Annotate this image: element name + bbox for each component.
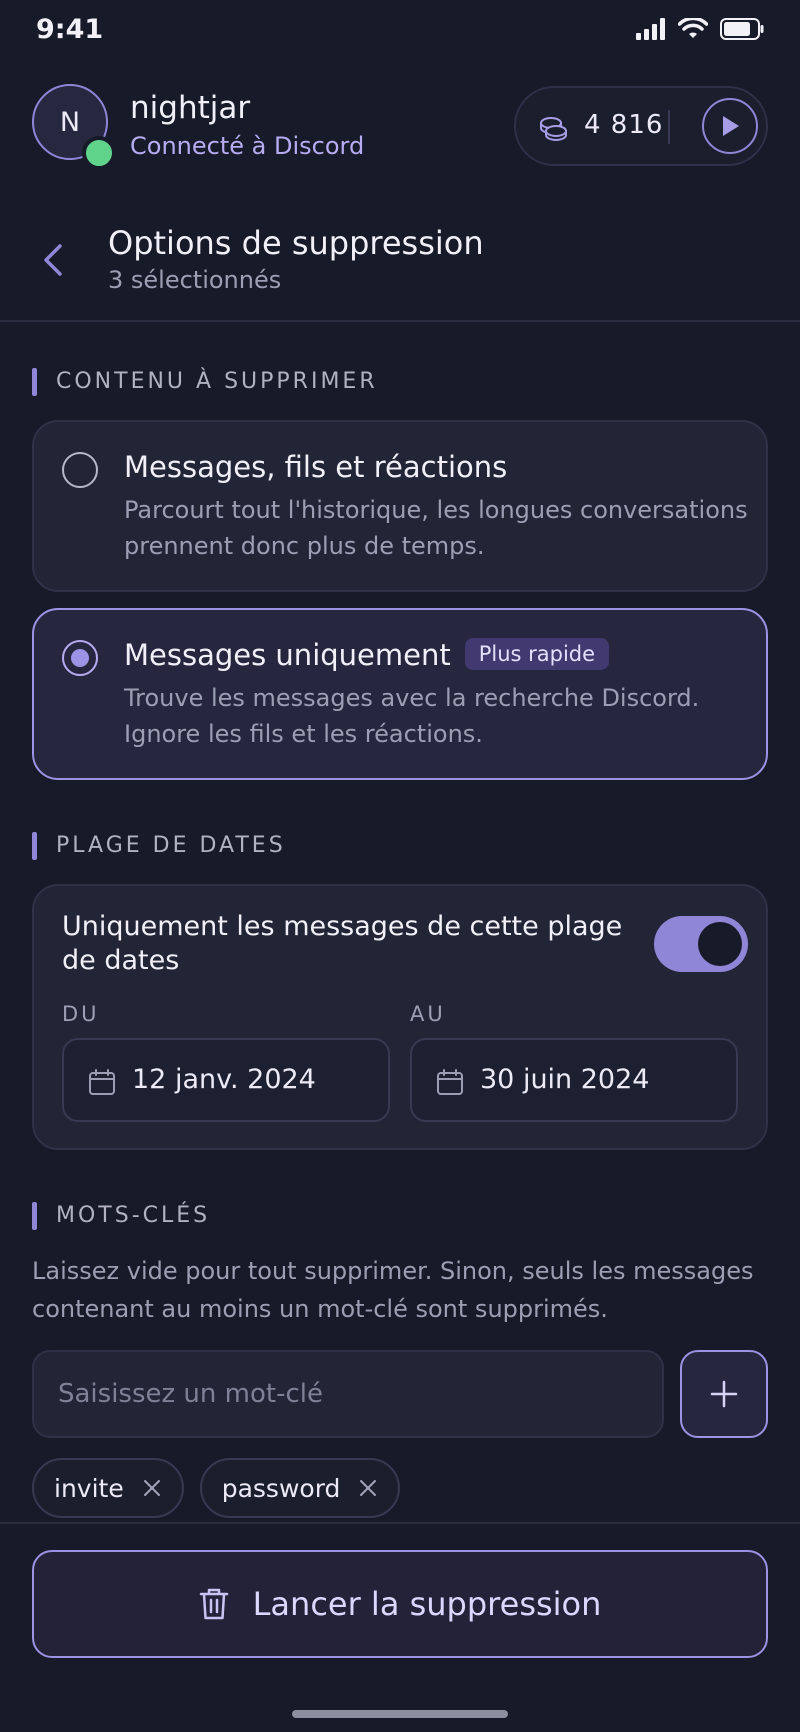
coins-divider [668, 110, 670, 144]
close-icon[interactable] [142, 1478, 162, 1498]
coins-value: 4 816 [584, 110, 664, 140]
close-icon[interactable] [358, 1478, 378, 1498]
option-messages-threads-reactions[interactable]: Messages, fils et réactions Parcourt tou… [32, 420, 768, 592]
calendar-icon [437, 1069, 463, 1095]
option-title: Messages, fils et réactions [124, 450, 508, 484]
play-ad-button[interactable] [702, 98, 758, 154]
keyword-chip-label: invite [54, 1473, 124, 1503]
wifi-icon [678, 18, 708, 38]
date-range-toggle[interactable] [654, 916, 748, 972]
toggle-knob [698, 922, 742, 966]
page-title: Options de suppression [108, 224, 484, 262]
trash-icon [199, 1588, 228, 1620]
user-name: nightjar [130, 90, 251, 126]
connection-status: Connecté à Discord [130, 132, 365, 160]
radio-button-selected[interactable] [62, 640, 98, 676]
add-keyword-button[interactable] [680, 1350, 768, 1438]
date-range-toggle-label: Uniquement les messages de cette plage d… [62, 911, 623, 976]
avatar-initial: N [59, 106, 81, 138]
chevron-left-icon [44, 244, 62, 276]
selection-count: 3 sélectionnés [108, 266, 282, 294]
option-description: Parcourt tout l'historique, les longues … [124, 496, 748, 560]
back-button[interactable] [36, 240, 72, 280]
cellular-signal-icon [636, 18, 665, 40]
page-header: Options de suppression 3 sélectionnés [0, 210, 800, 322]
option-description: Trouve les messages avec la recherche Di… [124, 684, 700, 748]
online-status-indicator [82, 136, 116, 170]
start-deletion-button[interactable]: Lancer la suppression [32, 1550, 768, 1658]
date-range-card: Uniquement les messages de cette plage d… [32, 884, 768, 1150]
keyword-chip-label: password [221, 1473, 341, 1503]
faster-badge: Plus rapide [464, 638, 610, 670]
to-date-value: 30 juin 2024 [480, 1064, 650, 1095]
option-messages-only[interactable]: Messages uniquement Plus rapide Trouve le… [32, 608, 768, 780]
calendar-icon [89, 1069, 115, 1095]
keyword-chips: invite password [32, 1458, 401, 1518]
status-bar: 9:41 [0, 0, 800, 62]
coins-icon [540, 117, 567, 141]
play-icon [723, 116, 739, 136]
from-date-value: 12 janv. 2024 [132, 1064, 316, 1095]
footer-bar: Lancer la suppression [0, 1522, 800, 1732]
coins-balance-pill[interactable]: 4 816 [514, 86, 768, 166]
status-time: 9:41 [36, 14, 104, 45]
radio-button[interactable] [62, 452, 98, 488]
section-label-keywords: MOTS-CLÉS [32, 1202, 210, 1230]
to-date-field[interactable]: 30 juin 2024 [410, 1038, 738, 1122]
option-title-text: Messages uniquement [124, 638, 451, 672]
to-label: AU [410, 1002, 446, 1026]
section-label-date-range: PLAGE DE DATES [32, 832, 286, 860]
from-label: DU [62, 1002, 100, 1026]
keyword-chip: password [199, 1458, 401, 1518]
account-header: N nightjar Connecté à Discord 4 816 [0, 80, 800, 180]
plus-icon [710, 1380, 738, 1408]
from-date-field[interactable]: 12 janv. 2024 [62, 1038, 390, 1122]
battery-icon [720, 18, 764, 40]
keywords-help-text: Laissez vide pour tout supprimer. Sinon,… [32, 1257, 754, 1323]
start-deletion-label: Lancer la suppression [252, 1585, 602, 1623]
home-indicator [292, 1710, 508, 1718]
status-icons [636, 18, 764, 40]
keyword-chip: invite [32, 1458, 184, 1518]
section-label-content: CONTENU À SUPPRIMER [32, 368, 378, 396]
keyword-input[interactable] [32, 1350, 664, 1438]
option-title: Messages uniquement Plus rapide [124, 638, 610, 672]
